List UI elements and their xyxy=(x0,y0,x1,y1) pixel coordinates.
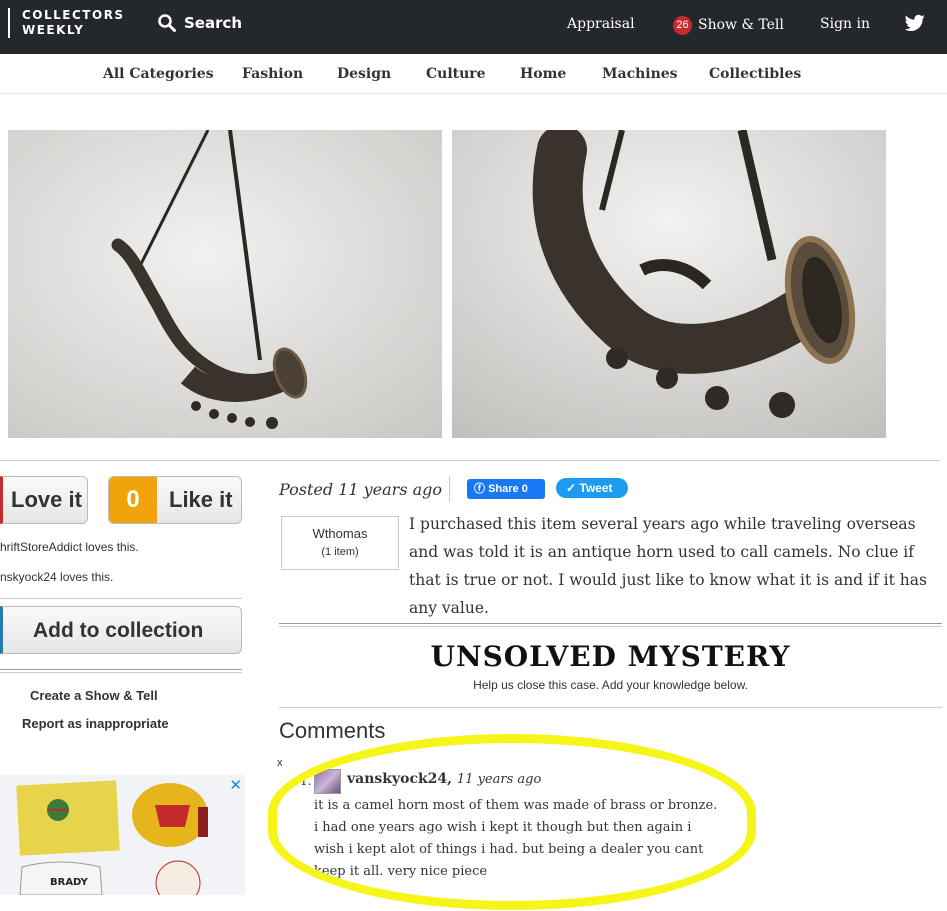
advertisement[interactable]: ✕ BRADY xyxy=(0,775,245,895)
comment-author[interactable]: vanskyock24, 11 years ago xyxy=(347,771,541,787)
comments-heading: Comments xyxy=(279,718,386,743)
top-bar: COLLECTORS WEEKLY Search Appraisal 26 Sho… xyxy=(0,0,947,54)
divider xyxy=(0,460,941,461)
search-icon xyxy=(158,14,176,32)
item-photo-1[interactable] xyxy=(8,130,442,438)
add-to-collection-button[interactable]: Add to collection xyxy=(0,606,242,654)
search-label: Search xyxy=(184,14,243,32)
divider xyxy=(0,598,242,599)
category-home[interactable]: Home xyxy=(520,66,566,82)
twitter-bird-icon: ✓ xyxy=(566,481,580,495)
sign-in-link[interactable]: Sign in xyxy=(820,16,870,32)
close-mark[interactable]: x xyxy=(277,757,283,769)
share-label: Share 0 xyxy=(488,483,528,495)
divider xyxy=(279,707,942,708)
logo-line2: WEEKLY xyxy=(22,23,85,37)
unsolved-mystery-title: UNSOLVED MYSTERY xyxy=(430,640,791,673)
category-collectibles[interactable]: Collectibles xyxy=(709,66,801,82)
category-nav: All Categories Fashion Design Culture Ho… xyxy=(0,54,947,94)
create-show-tell-link[interactable]: Create a Show & Tell xyxy=(30,688,158,703)
twitter-icon[interactable] xyxy=(904,14,925,37)
comment-number: 1. xyxy=(300,774,312,788)
category-design[interactable]: Design xyxy=(337,66,391,82)
ad-jersey-text: BRADY xyxy=(50,877,89,888)
show-tell-label: Show & Tell xyxy=(698,17,784,33)
category-culture[interactable]: Culture xyxy=(426,66,486,82)
ad-close-icon[interactable]: ✕ xyxy=(229,776,242,794)
category-all[interactable]: All Categories xyxy=(103,66,214,82)
unsolved-mystery-subtitle: Help us close this case. Add your knowle… xyxy=(473,678,748,692)
item-description: I purchased this item several years ago … xyxy=(409,515,927,617)
category-fashion[interactable]: Fashion xyxy=(242,66,303,82)
comment-time: 11 years ago xyxy=(456,772,542,787)
like-it-button[interactable]: 0 Like it xyxy=(108,476,242,524)
lover-1[interactable]: hriftStoreAddict loves this. xyxy=(0,540,139,554)
appraisal-link[interactable]: Appraisal xyxy=(567,16,635,32)
tweet-label: Tweet xyxy=(579,481,613,495)
search-button[interactable]: Search xyxy=(158,14,242,32)
site-logo[interactable]: COLLECTORS WEEKLY xyxy=(8,8,125,38)
divider xyxy=(279,623,942,624)
logo-line1: COLLECTORS xyxy=(22,8,125,22)
lover-2[interactable]: nskyock24 loves this. xyxy=(0,570,113,584)
like-label: Like it xyxy=(169,487,233,512)
divider xyxy=(279,626,942,627)
comment-author-name[interactable]: vanskyock24, xyxy=(347,771,452,787)
category-machines[interactable]: Machines xyxy=(602,66,678,82)
like-count: 0 xyxy=(109,477,157,523)
tweet-button[interactable]: ✓ Tweet xyxy=(556,478,628,498)
ad-image: BRADY xyxy=(16,780,208,895)
avatar[interactable] xyxy=(314,769,341,794)
username[interactable]: Wthomas xyxy=(282,526,398,541)
divider xyxy=(0,672,242,673)
user-card[interactable]: Wthomas (1 item) xyxy=(281,516,399,570)
separator xyxy=(449,476,450,502)
item-photo-2[interactable] xyxy=(452,130,886,438)
posted-time: Posted 11 years ago xyxy=(279,480,443,499)
show-tell-badge: 26 xyxy=(673,16,692,35)
facebook-icon: ⓕ xyxy=(474,483,489,495)
facebook-share-button[interactable]: ⓕ Share 0 xyxy=(467,479,545,499)
divider xyxy=(0,669,242,670)
love-it-button[interactable]: Love it xyxy=(0,476,88,524)
report-link[interactable]: Report as inappropriate xyxy=(22,716,169,731)
show-tell-link[interactable]: 26 Show & Tell xyxy=(673,16,784,35)
user-item-count: (1 item) xyxy=(321,546,359,558)
comment-text: it is a camel horn most of them was made… xyxy=(314,798,718,879)
